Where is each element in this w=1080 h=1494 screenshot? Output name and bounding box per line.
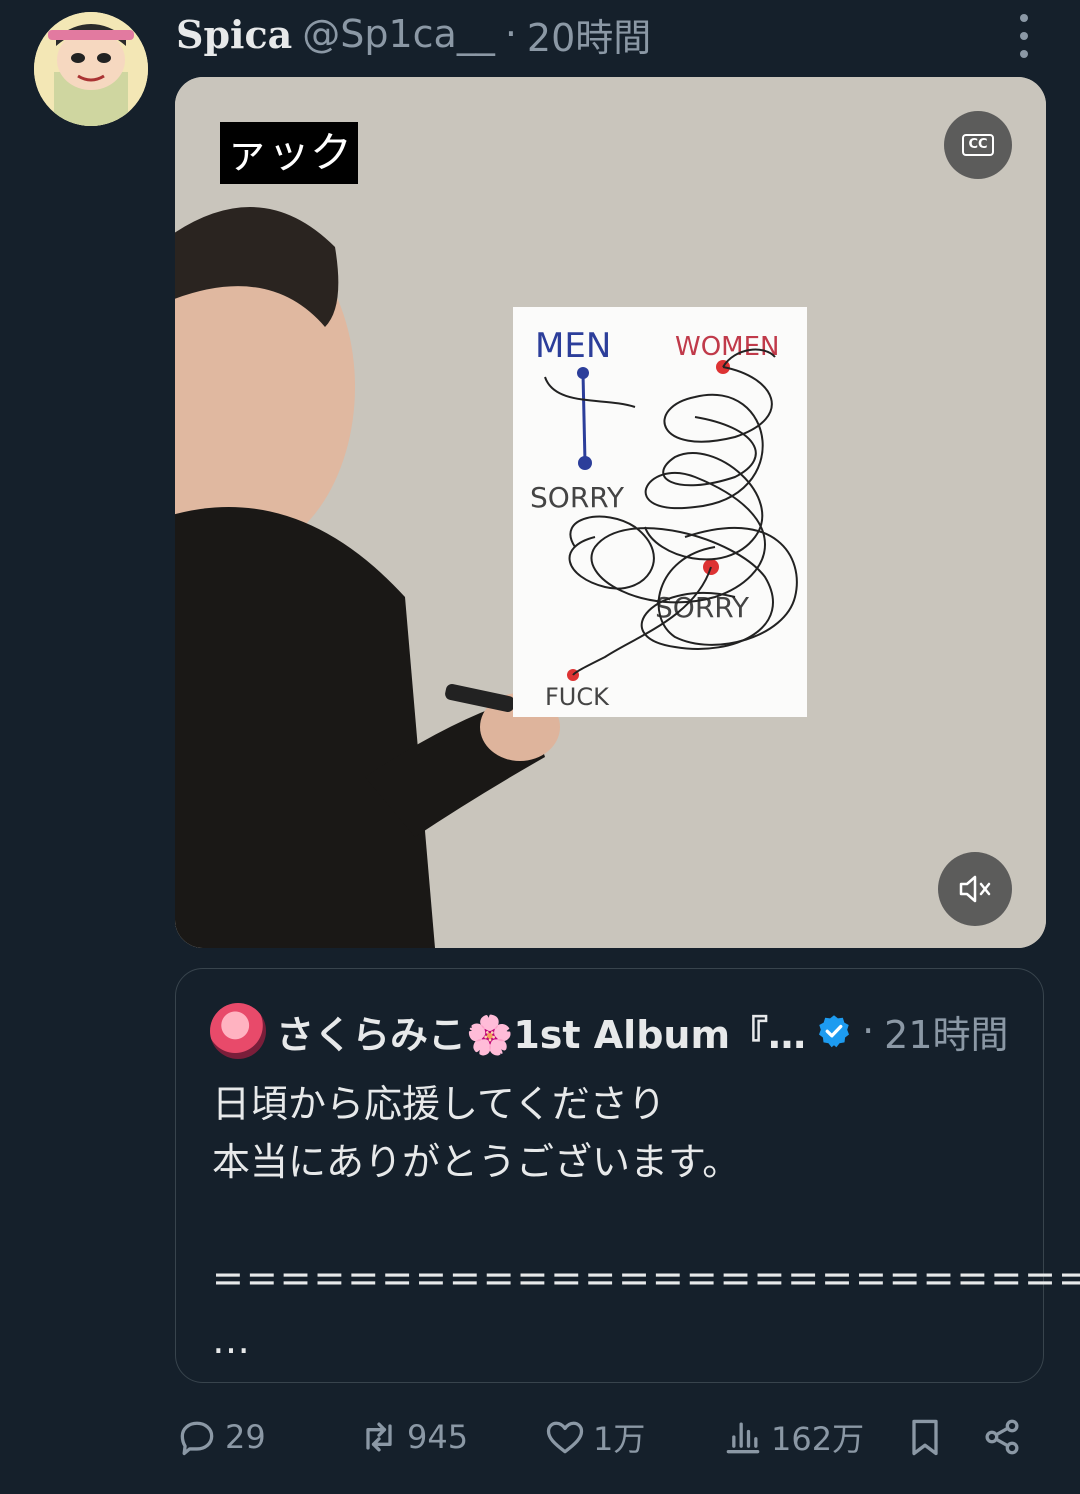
retweet-button[interactable]: 945 [357, 1408, 468, 1466]
more-options-icon[interactable] [1012, 14, 1036, 58]
like-count: 1万 [593, 1420, 646, 1458]
video-frame: MEN WOMEN SORRY SORRY FUCK [175, 77, 1046, 948]
quoted-separator-dot: · [862, 1009, 875, 1053]
quoted-author-display-name: さくらみこ🌸1st Album『… [276, 1012, 807, 1057]
retweet-icon [366, 1422, 392, 1452]
reply-icon [180, 1421, 214, 1456]
quoted-text-blank-line [212, 1191, 1013, 1249]
author-avatar[interactable] [34, 12, 148, 126]
quoted-text-line: 日頃から応援してくださり [212, 1082, 666, 1126]
quoted-text-rule: ========================== [212, 1256, 1080, 1300]
tweet-action-bar: 29 945 1万 162万 [175, 1408, 1035, 1466]
poster-label-men: MEN [535, 326, 611, 366]
quoted-author-avatar [210, 1003, 266, 1059]
author-handle[interactable]: @Sp1ca__ [302, 12, 495, 56]
reply-count: 29 [225, 1418, 266, 1456]
quoted-tweet-text: 日頃から応援してくださり 本当にありがとうございます。 ============… [212, 1075, 1080, 1369]
poster-label-fuck: FUCK [545, 683, 610, 711]
reply-button[interactable]: 29 [175, 1408, 266, 1466]
views-chart-icon [726, 1422, 760, 1454]
views-count: 162万 [771, 1420, 865, 1458]
tweet-timestamp[interactable]: 20時間 [527, 7, 651, 62]
muted-speaker-icon [959, 875, 991, 903]
bookmark-icon [912, 1419, 938, 1456]
quoted-text-line: 本当にありがとうございます。 [212, 1140, 741, 1184]
separator-dot: · [504, 12, 517, 56]
tweet-header: Spica @Sp1ca__ · 20時間 [176, 6, 1040, 62]
bookmark-button[interactable] [903, 1408, 947, 1466]
quoted-text-ellipsis: … [212, 1318, 250, 1362]
cc-icon: CC [962, 134, 994, 156]
quoted-tweet-header: さくらみこ🌸1st Album『… · 21時間 [210, 1003, 1013, 1059]
share-icon [985, 1419, 1019, 1455]
tweet-video[interactable]: MEN WOMEN SORRY SORRY FUCK ァック CC [175, 77, 1046, 948]
retweet-count: 945 [407, 1418, 469, 1456]
verified-badge-icon [819, 1015, 850, 1048]
quoted-tweet[interactable]: さくらみこ🌸1st Album『… · 21時間 日頃から応援してくださり 本当… [175, 968, 1080, 1383]
like-button[interactable]: 1万 [543, 1408, 645, 1466]
poster-label-women: WOMEN [675, 332, 779, 362]
quoted-tweet-timestamp: 21時間 [884, 1012, 1009, 1057]
unmute-button[interactable] [938, 852, 1012, 926]
author-display-name[interactable]: Spica [176, 12, 292, 57]
captions-button[interactable]: CC [944, 111, 1012, 179]
video-caption: ァック [220, 122, 359, 184]
heart-icon [546, 1421, 584, 1454]
views-button[interactable]: 162万 [721, 1408, 864, 1466]
share-button[interactable] [980, 1408, 1024, 1466]
poster-label-sorry-1: SORRY [530, 481, 625, 514]
